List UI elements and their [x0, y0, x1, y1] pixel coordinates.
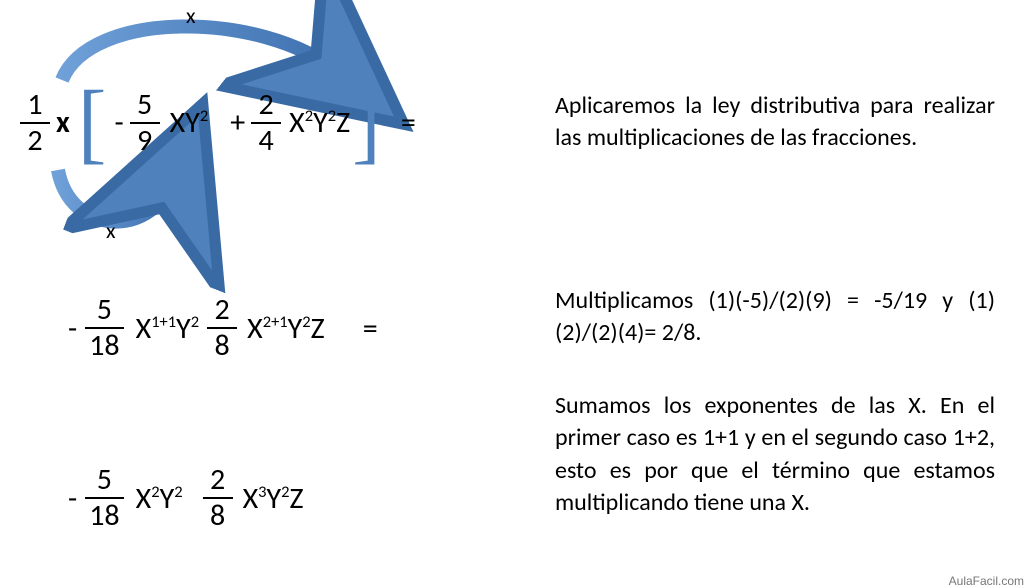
left-bracket: [	[76, 84, 109, 161]
bracket-term-2: + 2 4 X2Y2Z	[208, 90, 350, 156]
line2-term2-vars: X2+1Y2Z	[237, 310, 333, 347]
equation-line-3: - 5 18 X2Y2 2 8 X3Y2Z	[60, 465, 304, 531]
term2-vars: X2Y2Z	[281, 104, 350, 141]
x-label-top: x	[186, 2, 196, 29]
line2-term1-vars: X1+1Y2	[124, 310, 208, 347]
equation-line-2: - 5 18 X1+1Y2 2 8 X2+1Y2Z =	[60, 295, 378, 361]
explanation-2: Multiplicamos (1)(-5)/(2)(9) = -5/19 y (…	[555, 285, 995, 350]
page-root: x x 1 2 x [ - 5 9 XY2 + 2	[0, 0, 1024, 588]
right-bracket: ]	[350, 84, 383, 161]
x-label-bottom: x	[106, 217, 116, 244]
watermark: AulaFacil.com	[949, 574, 1024, 588]
line3-term2-vars: X3Y2Z	[233, 480, 304, 517]
equals-sign: =	[383, 104, 416, 141]
explanation-3: Sumamos los exponentes de las X. En el p…	[555, 390, 995, 520]
bracket-term-1: - 5 9 XY2	[108, 90, 208, 156]
outer-multiplier-fraction: 1 2	[20, 90, 50, 156]
equation-line-1: 1 2 x [ - 5 9 XY2 + 2 4 X2Y2Z	[20, 86, 416, 159]
outer-multiplier-variable: x	[50, 104, 76, 141]
line3-term1-vars: X2Y2	[124, 480, 203, 517]
explanation-1: Aplicaremos la ley distributiva para rea…	[555, 90, 995, 155]
